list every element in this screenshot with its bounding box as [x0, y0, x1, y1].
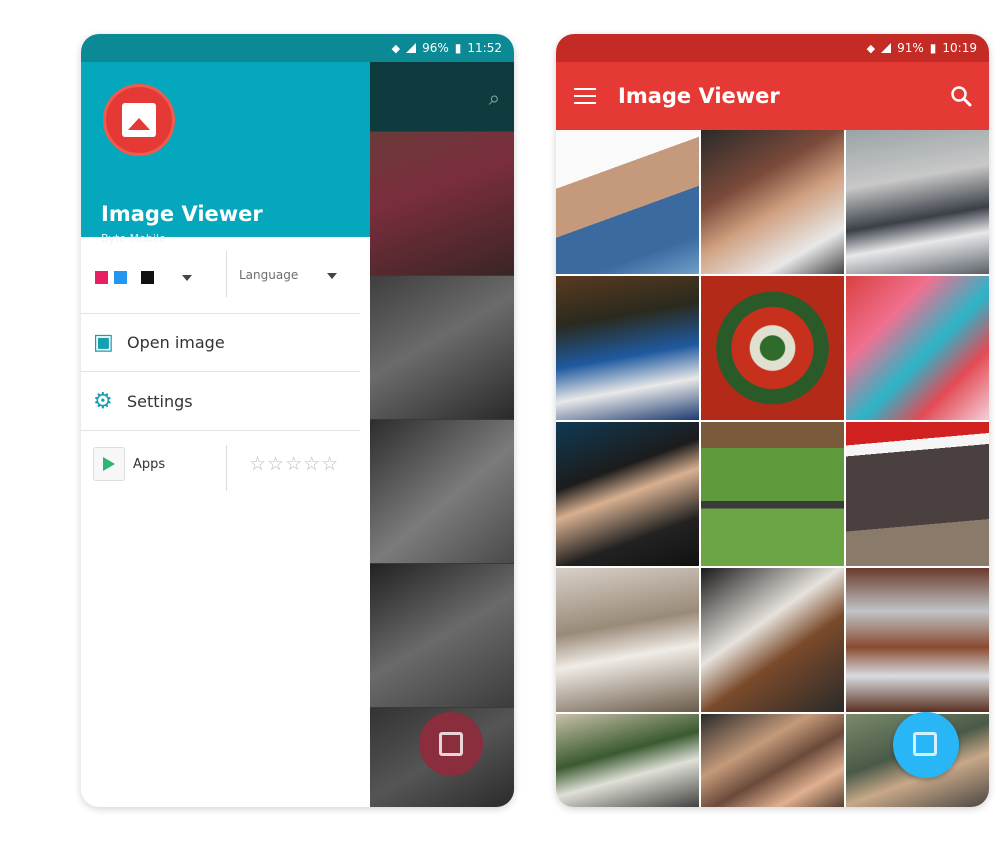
photo-thumbnail[interactable]: [556, 130, 699, 274]
menu-item-label: Open image: [127, 332, 225, 352]
photo-thumbnail[interactable]: [701, 276, 844, 420]
photo-thumbnail[interactable]: [846, 568, 989, 712]
photo-thumbnail[interactable]: [701, 568, 844, 712]
open-gallery-fab[interactable]: [419, 712, 483, 776]
swatch-blue[interactable]: [114, 271, 127, 284]
phone-right: ◆ 91% ▮ 10:19 Image Viewer: [556, 34, 989, 807]
photo-thumbnail[interactable]: [846, 422, 989, 566]
photo-thumbnail[interactable]: [556, 422, 699, 566]
dimmed-photo: [370, 420, 514, 563]
app-title: Image Viewer: [618, 84, 780, 108]
menu-item-settings[interactable]: ⚙ Settings: [81, 372, 360, 431]
photo-thumbnail[interactable]: [846, 276, 989, 420]
clock: 10:19: [942, 41, 977, 55]
app-name: Image Viewer: [101, 202, 263, 226]
theme-selector[interactable]: [95, 271, 192, 284]
theme-language-row: Language: [81, 237, 360, 314]
status-bar: ◆ 96% ▮ 11:52: [81, 34, 514, 62]
photo-thumbnail[interactable]: [556, 714, 699, 807]
battery-icon: ▮: [929, 41, 937, 55]
apps-link[interactable]: Apps: [133, 457, 165, 472]
dimmed-photo: [370, 564, 514, 707]
menu-item-open-image[interactable]: ▣ Open image: [81, 313, 360, 372]
drawer-header: Image Viewer Byte Mobile: [81, 62, 370, 245]
chevron-down-icon[interactable]: [182, 274, 192, 281]
drawer-scrim[interactable]: ⌕: [370, 62, 514, 807]
clock: 11:52: [467, 41, 502, 55]
menu-icon[interactable]: [574, 88, 596, 104]
language-selector[interactable]: Language: [239, 268, 298, 282]
gallery-icon: [122, 103, 156, 137]
photo-thumbnail[interactable]: [701, 422, 844, 566]
phone-left: ◆ 96% ▮ 11:52 Image Viewer Byte Mobile L…: [81, 34, 514, 807]
photo-thumbnail[interactable]: [556, 568, 699, 712]
dimmed-photo: [370, 132, 514, 275]
photo-thumbnail[interactable]: [701, 714, 844, 807]
divider: [226, 445, 227, 491]
menu-item-label: Settings: [127, 391, 193, 411]
swatch-pink[interactable]: [95, 271, 108, 284]
dimmed-toolbar: ⌕: [370, 62, 514, 131]
photo-grid: [556, 130, 989, 807]
battery-level: 91%: [897, 41, 924, 55]
photo-thumbnail[interactable]: [556, 276, 699, 420]
settings-icon: ⚙: [93, 388, 113, 414]
search-icon[interactable]: [949, 84, 973, 108]
search-icon: ⌕: [488, 86, 500, 110]
signal-icon: [406, 43, 417, 53]
open-gallery-fab[interactable]: [893, 712, 959, 778]
photo-library-icon: ▣: [93, 329, 114, 355]
apps-rating-row: Apps ☆☆☆☆☆: [81, 431, 360, 503]
app-bar: Image Viewer: [556, 62, 989, 130]
gallery-icon: [439, 732, 463, 756]
photo-thumbnail[interactable]: [701, 130, 844, 274]
play-store-icon[interactable]: [93, 447, 125, 481]
dimmed-photo: [370, 276, 514, 419]
status-bar: ◆ 91% ▮ 10:19: [556, 34, 989, 62]
app-logo: [103, 84, 175, 156]
photo-thumbnail[interactable]: [846, 130, 989, 274]
divider: [226, 251, 227, 297]
rating-stars[interactable]: ☆☆☆☆☆: [249, 453, 339, 475]
battery-icon: ▮: [454, 41, 462, 55]
wifi-icon: ◆: [866, 41, 876, 55]
swatch-black[interactable]: [141, 271, 154, 284]
battery-level: 96%: [422, 41, 449, 55]
gallery-icon: [913, 732, 937, 756]
wifi-icon: ◆: [391, 41, 401, 55]
chevron-down-icon[interactable]: [327, 273, 337, 279]
nav-drawer: Image Viewer Byte Mobile Language ▣ Open…: [81, 34, 370, 807]
signal-icon: [881, 43, 892, 53]
